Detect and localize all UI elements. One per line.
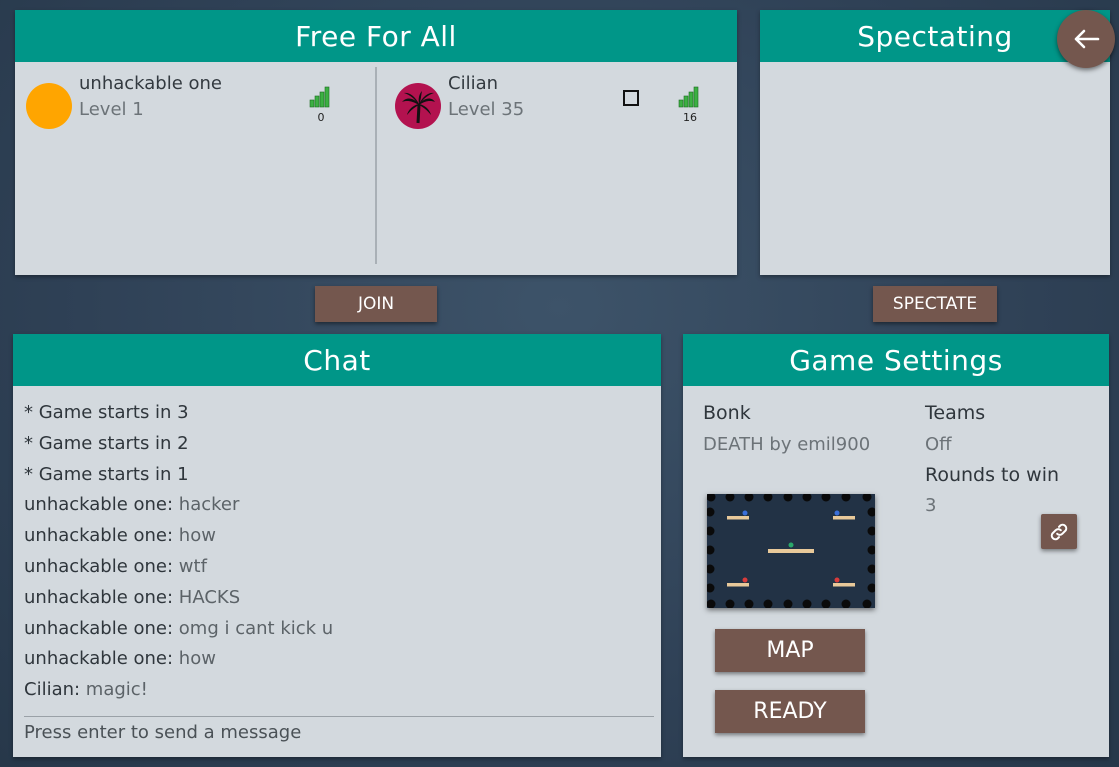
spectate-button[interactable]: SPECTATE [873, 286, 997, 322]
chat-message: unhackable one: hacker [24, 490, 333, 521]
copy-link-button[interactable] [1041, 514, 1077, 549]
chat-text: * Game starts in 2 [24, 432, 189, 454]
chat-author: unhackable one: [24, 494, 179, 516]
chat-message: unhackable one: omg i cant kick u [24, 614, 333, 645]
chat-text: magic! [85, 679, 148, 701]
teams-value[interactable]: Off [925, 434, 952, 455]
chat-message: unhackable one: HACKS [24, 583, 333, 614]
chat-message: unhackable one: wtf [24, 552, 333, 583]
map-preview[interactable] [705, 492, 877, 609]
chat-title: Chat [13, 334, 661, 386]
player-level: Level 35 [448, 99, 525, 120]
chat-text: omg i cant kick u [178, 617, 334, 639]
free-for-all-title: Free For All [15, 10, 737, 62]
chat-author: unhackable one: [24, 525, 179, 547]
spectating-panel: Spectating [760, 10, 1110, 275]
signal-icon [309, 86, 330, 108]
game-mode-label: Bonk [703, 402, 751, 424]
palm-tree-icon [402, 91, 435, 124]
back-arrow-icon [1074, 29, 1100, 49]
chat-panel: Chat * Game starts in 3 * Game starts in… [13, 334, 661, 757]
ping-value: 0 [317, 111, 325, 124]
chat-text: how [178, 648, 216, 670]
player-card[interactable]: unhackable one Level 1 0 [26, 73, 346, 133]
map-name: DEATH by emil900 [703, 434, 871, 455]
link-icon [1050, 523, 1068, 540]
chat-author: Cilian: [24, 679, 86, 701]
chat-input[interactable]: Press enter to send a message [24, 722, 654, 750]
avatar [395, 83, 441, 129]
chat-text: hacker [178, 494, 240, 516]
game-settings-panel: Game Settings Bonk DEATH by emil900 Team… [683, 334, 1109, 757]
player-name: Cilian [448, 73, 499, 94]
avatar [26, 83, 72, 129]
chat-text: wtf [178, 555, 207, 577]
signal-icon [678, 86, 699, 108]
teams-label: Teams [925, 402, 986, 424]
map-thumbnail [705, 492, 877, 609]
chat-message: * Game starts in 2 [24, 429, 333, 460]
map-button[interactable]: MAP [715, 629, 865, 672]
rounds-label: Rounds to win [925, 464, 1060, 486]
chat-text: * Game starts in 1 [24, 463, 189, 485]
chat-message: * Game starts in 1 [24, 460, 333, 491]
team-divider [375, 67, 377, 264]
chat-author: unhackable one: [24, 555, 179, 577]
player-name: unhackable one [79, 73, 223, 94]
back-button[interactable] [1057, 10, 1115, 68]
chat-text: HACKS [178, 586, 241, 608]
chat-author: unhackable one: [24, 648, 179, 670]
checkbox-icon[interactable] [623, 90, 639, 106]
chat-text: * Game starts in 3 [24, 402, 189, 423]
chat-author: unhackable one: [24, 617, 179, 639]
chat-divider [24, 716, 654, 717]
player-level: Level 1 [79, 99, 144, 120]
ping-value: 16 [683, 111, 697, 124]
join-button[interactable]: JOIN [315, 286, 437, 322]
chat-message: unhackable one: how [24, 644, 333, 675]
chat-text: how [178, 525, 216, 547]
chat-message: Cilian: magic! [24, 675, 333, 706]
rounds-value[interactable]: 3 [925, 495, 936, 516]
game-settings-title: Game Settings [683, 334, 1109, 386]
chat-messages: * Game starts in 3 * Game starts in 2 * … [24, 398, 333, 706]
chat-author: unhackable one: [24, 586, 179, 608]
free-for-all-panel: Free For All unhackable one Level 1 0 Ci… [15, 10, 737, 275]
chat-message: unhackable one: how [24, 521, 333, 552]
chat-message: * Game starts in 3 [24, 398, 333, 429]
player-card[interactable]: Cilian Level 35 16 [395, 73, 715, 133]
ready-button[interactable]: READY [715, 690, 865, 733]
